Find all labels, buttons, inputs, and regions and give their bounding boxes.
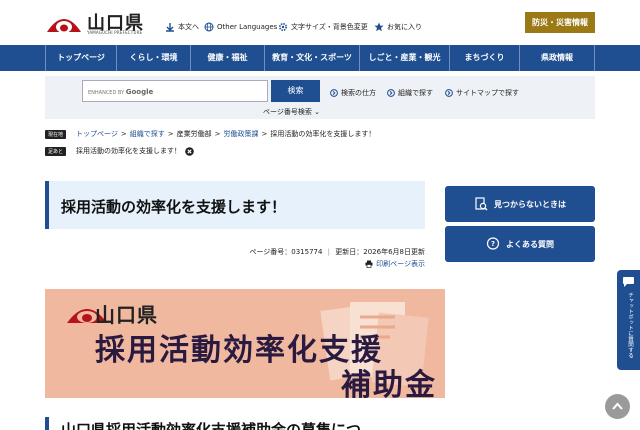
breadcrumb-item-department: 産業労働部 [176,130,212,138]
question-bubble-icon: ? [486,237,500,250]
site-header: 山口県 YAMAGUCHI PREFECTURE 本文へ Other Langu… [0,0,640,44]
printer-icon [365,260,373,268]
page-number: ページ番号：0315774 [249,248,323,256]
nav-item-town[interactable]: まちづくり [450,45,520,71]
print-page-link[interactable]: 印刷ページ表示 [365,259,425,269]
svg-text:?: ? [491,240,495,248]
site-logo[interactable]: 山口県 YAMAGUCHI PREFECTURE [45,8,155,38]
chat-bubble-icon [623,277,634,287]
not-found-button[interactable]: 見つからないときは [445,186,595,222]
chatbot-tab[interactable]: チャットボットに質問する [617,270,640,370]
util-link-favorites[interactable]: お気に入り [374,22,422,32]
breadcrumb-item-organization[interactable]: 組織で探す [130,129,165,139]
gear-icon [278,22,288,32]
close-icon[interactable] [185,146,194,156]
search-link-howto[interactable]: 検索の仕方 [330,88,376,98]
breadcrumb: 現在地 トップページ > 組織で探す > 産業労働部 > 労働政策課 > 採用活… [45,129,375,139]
breadcrumb-current-tag: 現在地 [45,129,67,139]
nav-item-living[interactable]: くらし・環境 [117,45,191,71]
page-number-search-toggle[interactable]: ページ番号検索 ⌄ [263,107,320,117]
banner-prefecture-text: 山口県 [95,303,158,327]
util-link-languages[interactable]: Other Languages [204,22,277,32]
search-placeholder: ENHANCED BY Google [88,88,154,96]
updated-date: 更新日：2026年6月8日更新 [335,248,425,256]
nav-item-prefgov[interactable]: 県政情報 [520,45,595,71]
page-top-button[interactable] [605,394,630,419]
history-tag: 足あと [45,146,67,156]
util-link-text-size[interactable]: 文字サイズ・背景色変更 [278,22,368,32]
circle-arrow-icon [330,89,338,97]
subsidy-banner: 山口県 採用活動効率化支援 補助金 [45,289,445,398]
global-nav: トップページ くらし・環境 健康・福祉 教育・文化・スポーツ しごと・産業・観光… [0,45,640,71]
page-meta: ページ番号：0315774 | 更新日：2026年6月8日更新 [249,248,425,256]
document-search-icon [475,197,488,211]
search-link-sitemap[interactable]: サイトマップで探す [445,88,519,98]
nav-item-work[interactable]: しごと・産業・観光 [360,45,450,71]
banner-headline: 採用活動効率化支援 [95,333,383,368]
chevron-up-icon [612,402,623,410]
breadcrumb-item-current: 採用活動の効率化を支援します！ [270,130,376,138]
page-title-box: 採用活動の効率化を支援します！ [45,181,425,229]
search-link-organization[interactable]: 組織で探す [387,88,433,98]
nav-item-education[interactable]: 教育・文化・スポーツ [265,45,360,71]
chatbot-label: チャットボットに質問する [627,292,633,358]
history-item[interactable]: 採用活動の効率化を支援します！ [76,146,181,156]
search-input[interactable]: ENHANCED BY Google [82,80,268,102]
faq-button[interactable]: ? よくある質問 [445,226,595,262]
section-heading-box: 山口県採用活動効率化支援補助金の募集につ [45,417,445,430]
breadcrumb-item-division[interactable]: 労働政策課 [224,129,259,139]
arrow-down-icon [166,23,174,32]
banner-subheadline: 補助金 [341,368,437,398]
section-heading: 山口県採用活動効率化支援補助金の募集につ [61,421,362,430]
breadcrumb-item-top[interactable]: トップページ [76,129,118,139]
util-link-skip[interactable]: 本文へ [165,22,199,32]
globe-icon [204,22,214,32]
logo-subtext: YAMAGUCHI PREFECTURE [87,30,143,35]
search-button[interactable]: 検索 [271,80,320,102]
chevron-down-icon: ⌄ [314,108,320,116]
circle-arrow-icon [445,89,453,97]
history-trail: 足あと 採用活動の効率化を支援します！ [45,146,194,156]
search-area: ENHANCED BY Google 検索 検索の仕方 組織で探す サイトマップ… [45,76,595,119]
disaster-info-button[interactable]: 防災・災害情報 [525,12,595,33]
nav-item-top[interactable]: トップページ [45,45,117,71]
prefecture-emblem-icon [47,19,81,33]
star-icon [374,22,384,32]
nav-item-health[interactable]: 健康・福祉 [191,45,265,71]
circle-arrow-icon [387,89,395,97]
page-title: 採用活動の効率化を支援します！ [61,198,287,216]
